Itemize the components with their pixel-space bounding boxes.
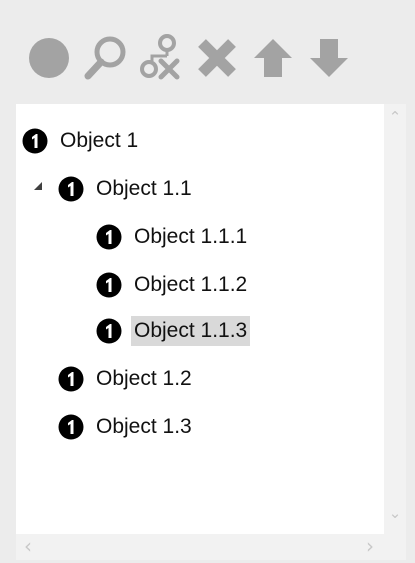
tree-node-label: Object 1.1 — [96, 177, 192, 200]
scrollbar-corner — [384, 534, 406, 560]
tree-node-object-1-1-2[interactable]: Object 1.1.2 — [96, 266, 250, 304]
info-circle-icon — [96, 272, 122, 298]
info-circle-icon — [58, 176, 84, 202]
tree-node-object-1-1-1[interactable]: Object 1.1.1 — [96, 218, 250, 256]
scroll-left-arrow-icon[interactable]: ‹ — [20, 536, 36, 556]
scroll-down-arrow-icon[interactable]: ⌄ — [387, 506, 403, 521]
info-circle-icon — [22, 128, 48, 154]
add-object-button[interactable] — [24, 32, 74, 84]
node-remove-icon — [140, 34, 180, 80]
object-tree[interactable]: Object 1 Object 1.1 Object 1.1.1 Object … — [16, 104, 384, 534]
scroll-right-arrow-icon[interactable]: › — [362, 536, 378, 556]
tree-node-label: Object 1.1.1 — [134, 225, 248, 248]
tree-node-object-1-1-3[interactable]: Object 1.1.3 — [96, 312, 251, 350]
info-circle-icon — [96, 318, 122, 344]
expanded-triangle-icon[interactable] — [32, 180, 44, 192]
close-x-icon — [198, 39, 236, 77]
tree-node-label: Object 1.2 — [96, 367, 192, 390]
info-circle-icon — [96, 224, 122, 250]
info-circle-icon — [58, 366, 84, 392]
tree-node-object-1[interactable]: Object 1 — [22, 122, 141, 160]
circle-icon — [29, 38, 69, 78]
magnifier-icon — [84, 36, 126, 80]
remove-relation-button[interactable] — [136, 32, 186, 84]
vertical-scrollbar[interactable]: ⌃ ⌄ — [384, 104, 406, 534]
tree-node-label-selected: Object 1.1.3 — [131, 316, 251, 346]
tree-node-label: Object 1 — [60, 129, 139, 152]
find-button[interactable] — [80, 32, 130, 84]
arrow-down-icon — [310, 39, 348, 77]
object-tree-panel: Object 1 Object 1.1 Object 1.1.1 Object … — [0, 0, 415, 563]
tree-node-object-1-2[interactable]: Object 1.2 — [58, 360, 195, 398]
delete-button[interactable] — [192, 32, 242, 84]
scroll-up-arrow-icon[interactable]: ⌃ — [387, 110, 403, 125]
tree-node-label: Object 1.3 — [96, 415, 192, 438]
info-circle-icon — [58, 414, 84, 440]
move-down-button[interactable] — [304, 32, 354, 84]
move-up-button[interactable] — [248, 32, 298, 84]
arrow-up-icon — [254, 39, 292, 77]
horizontal-scrollbar[interactable]: ‹ › — [16, 534, 384, 560]
tree-node-object-1-1[interactable]: Object 1.1 — [58, 170, 195, 208]
toolbar — [0, 0, 415, 100]
tree-node-object-1-3[interactable]: Object 1.3 — [58, 408, 195, 446]
tree-node-label: Object 1.1.2 — [134, 273, 248, 296]
